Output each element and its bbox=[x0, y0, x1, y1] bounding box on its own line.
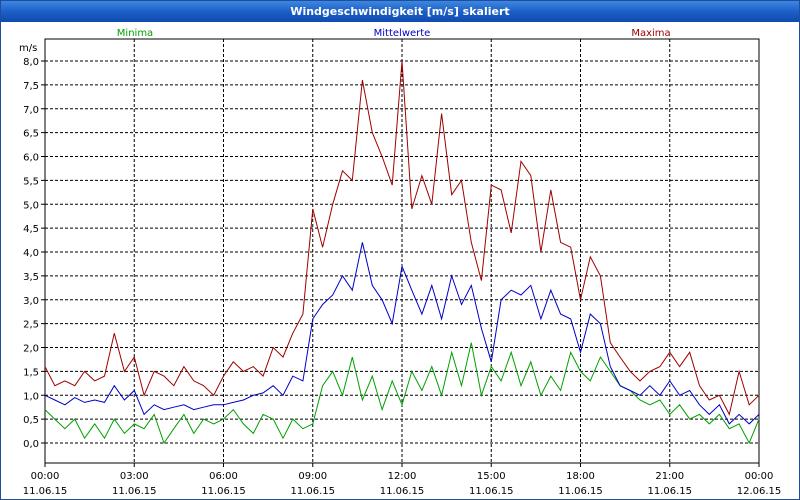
y-tick-label: 7,0 bbox=[23, 105, 39, 116]
y-tick-label: 6,0 bbox=[23, 153, 39, 164]
x-tick-time: 00:00 bbox=[745, 471, 774, 482]
x-tick-time: 06:00 bbox=[209, 471, 238, 482]
x-tick-date: 11.06.15 bbox=[558, 486, 603, 497]
x-tick-time: 15:00 bbox=[477, 471, 506, 482]
y-tick-label: 2,0 bbox=[23, 344, 39, 355]
x-tick-date: 11.06.15 bbox=[112, 486, 157, 497]
y-tick-label: 2,5 bbox=[23, 320, 39, 331]
y-tick-label: 3,0 bbox=[23, 296, 39, 307]
legend-entry: Maxima bbox=[631, 28, 670, 39]
x-tick-date: 11.06.15 bbox=[647, 486, 692, 497]
y-tick-label: 1,5 bbox=[23, 367, 39, 378]
y-tick-label: 5,5 bbox=[23, 176, 39, 187]
x-tick-time: 12:00 bbox=[388, 471, 417, 482]
y-tick-label: 4,5 bbox=[23, 224, 39, 235]
x-tick-time: 18:00 bbox=[566, 471, 595, 482]
x-tick-time: 00:00 bbox=[31, 471, 60, 482]
x-tick-date: 11.06.15 bbox=[23, 486, 68, 497]
x-tick-date: 11.06.15 bbox=[201, 486, 246, 497]
y-axis-label: m/s bbox=[19, 43, 37, 54]
y-tick-label: 0,5 bbox=[23, 415, 39, 426]
wind-speed-chart: 0,0 0,5 1,0 1,5 2,0 2,5 3,0 3,5 4,0 4,5 5,0 5,5 6,0 6… bbox=[19, 28, 782, 497]
x-tick-time: 03:00 bbox=[120, 471, 149, 482]
y-tick-label: 6,5 bbox=[23, 129, 39, 140]
y-tick-label: 4,0 bbox=[23, 248, 39, 259]
y-tick-label: 0,0 bbox=[23, 439, 39, 450]
x-tick-time: 21:00 bbox=[655, 471, 684, 482]
x-tick-date: 11.06.15 bbox=[290, 486, 335, 497]
chart-window: Windgeschwindigkeit [m/s] skaliert 0,0 0,… bbox=[0, 0, 800, 500]
legend-entry: Minima bbox=[117, 28, 153, 39]
y-tick-label: 3,5 bbox=[23, 272, 39, 283]
y-tick-label: 1,0 bbox=[23, 391, 39, 402]
x-tick-date: 12.06.15 bbox=[737, 486, 782, 497]
y-tick-label: 7,5 bbox=[23, 81, 39, 92]
x-tick-date: 11.06.15 bbox=[469, 486, 514, 497]
y-tick-label: 5,0 bbox=[23, 200, 39, 211]
legend-entry: Mittelwerte bbox=[374, 28, 431, 39]
x-tick-time: 09:00 bbox=[298, 471, 327, 482]
y-tick-label: 8,0 bbox=[23, 57, 39, 68]
x-tick-date: 11.06.15 bbox=[380, 486, 425, 497]
